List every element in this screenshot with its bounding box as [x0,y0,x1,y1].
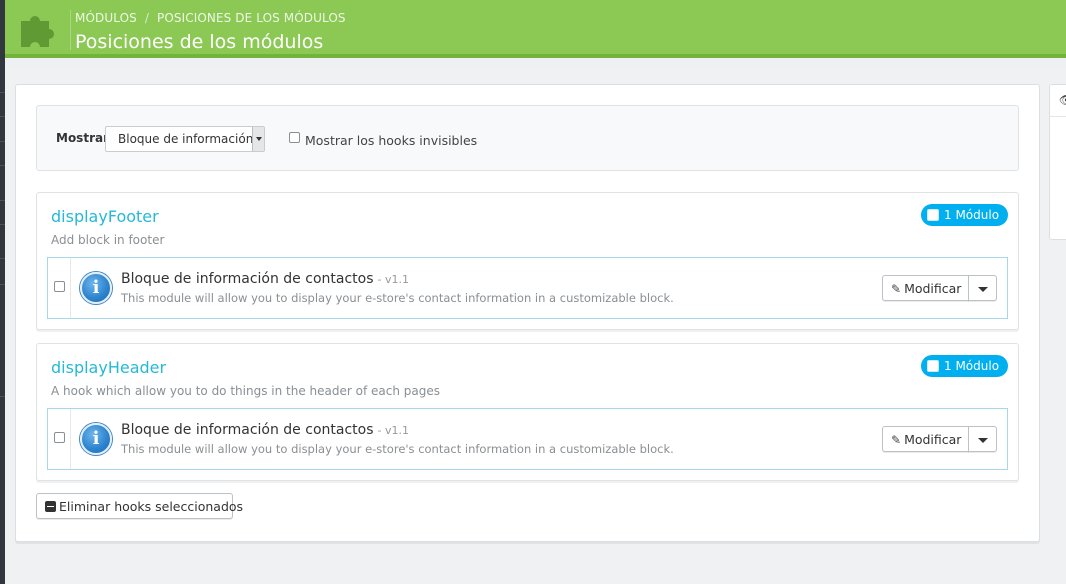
header-subbar [5,58,1066,66]
module-count-label: 1 Módulo [944,208,1000,222]
module-filter-select[interactable]: Bloque de información [105,126,265,152]
minus-square-icon [45,501,56,512]
show-invisible-hooks-label[interactable]: Mostrar los hooks invisibles [305,133,477,148]
module-name: Bloque de información de contactos - v1.1 [121,422,409,438]
module-description: This module will allow you to display yo… [121,291,674,305]
module-name-text: Bloque de información de contactos [121,271,374,287]
pencil-icon: ✎ [891,282,902,296]
module-row: i Bloque de información de contactos - v1… [47,257,1008,319]
module-filter-value: Bloque de información [118,132,254,146]
module-version: - v1.1 [377,273,409,286]
breadcrumb-modules-link[interactable]: MÓDULOS [75,11,137,25]
edit-module-button[interactable]: ✎ Modificar [882,275,969,301]
edit-module-button[interactable]: ✎ Modificar [882,426,969,452]
show-label: Mostrar [56,131,109,145]
delete-selected-hooks-button[interactable]: Eliminar hooks seleccionados [36,493,243,519]
show-invisible-hooks-checkbox[interactable] [289,132,300,143]
select-all-hook-checkbox[interactable] [927,360,939,372]
module-count-badge[interactable]: 1 Módulo [921,204,1008,226]
hook-panel-displayFooter: displayFooter Add block in footer 1 Módu… [36,192,1019,330]
select-arrow-icon [252,127,264,151]
module-name-text: Bloque de información de contactos [121,422,374,438]
hook-name[interactable]: displayFooter [51,207,159,226]
hook-description: A hook which allow you to do things in t… [51,384,440,398]
side-panel-divider [1050,116,1066,117]
row-divider [70,258,71,318]
module-version: - v1.1 [377,424,409,437]
edit-module-label: Modificar [904,432,962,447]
breadcrumb-current[interactable]: POSICIONES DE LOS MÓDULOS [157,11,346,25]
module-description: This module will allow you to display yo… [121,442,674,456]
module-select-checkbox[interactable] [54,281,65,292]
module-name: Bloque de información de contactos - v1.1 [121,271,409,287]
info-icon: i [80,423,112,455]
module-row: i Bloque de información de contactos - v1… [47,408,1008,470]
hook-description: Add block in footer [51,233,165,247]
module-count-badge[interactable]: 1 Módulo [921,355,1008,377]
header-separator [70,10,71,50]
edit-module-label: Modificar [904,281,962,296]
delete-selected-hooks-label: Eliminar hooks seleccionados [59,499,244,514]
hook-name[interactable]: displayHeader [51,358,166,377]
select-all-hook-checkbox[interactable] [927,209,939,221]
module-select-checkbox[interactable] [54,432,65,443]
page-header: MÓDULOS / POSICIONES DE LOS MÓDULOS Posici… [5,0,1066,58]
info-icon: i [80,272,112,304]
puzzle-icon [21,16,54,47]
breadcrumb-separator: / [144,11,149,25]
module-actions-dropdown-toggle[interactable] [968,275,997,301]
breadcrumb: MÓDULOS / POSICIONES DE LOS MÓDULOS [75,11,346,25]
hook-panel-displayHeader: displayHeader A hook which allow you to … [36,343,1019,481]
row-divider [70,409,71,469]
pencil-icon: ✎ [891,433,902,447]
module-count-label: 1 Módulo [944,359,1000,373]
page-title: Posiciones de los módulos [75,31,324,53]
module-actions-dropdown-toggle[interactable] [968,426,997,452]
side-panel: 👁 [1049,84,1066,240]
eye-icon[interactable]: 👁 [1059,93,1066,107]
